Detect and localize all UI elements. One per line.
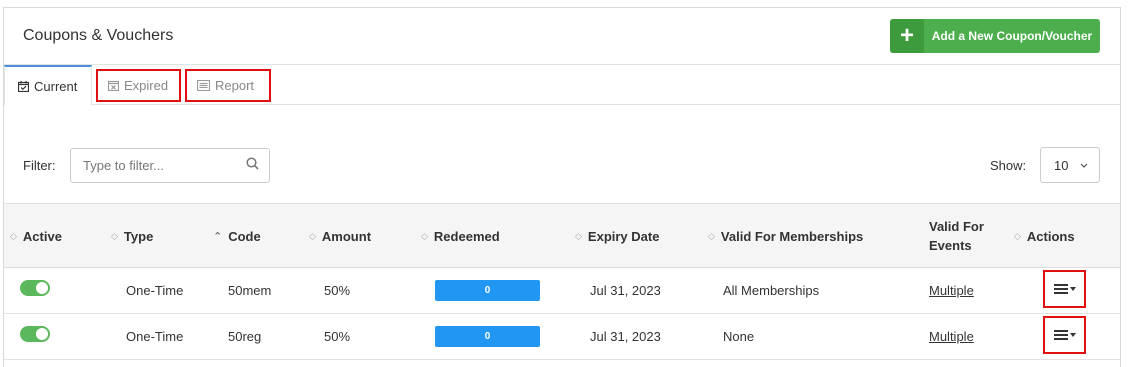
- tab-report-label: Report: [215, 78, 255, 93]
- calendar-check-icon: [18, 80, 29, 92]
- column-label: Code: [228, 229, 261, 244]
- column-header-actions[interactable]: ◇ Actions: [1014, 204, 1075, 269]
- amount-cell: 50%: [324, 329, 351, 344]
- sort-icon: ◇: [421, 231, 428, 241]
- caret-down-icon: [1069, 287, 1076, 291]
- sort-icon: ◇: [10, 231, 17, 241]
- page-title: Coupons & Vouchers: [23, 27, 174, 44]
- sort-icon: ◇: [708, 231, 715, 241]
- sort-icon: ◇: [575, 231, 582, 241]
- list-report-icon: [197, 80, 210, 91]
- memberships-cell: None: [723, 329, 755, 344]
- column-header-expiry-date[interactable]: ◇ Expiry Date: [575, 204, 659, 269]
- sort-icon: ◇: [309, 231, 316, 241]
- column-header-active[interactable]: ◇ Active: [10, 204, 62, 269]
- menu-icon: [1053, 284, 1068, 294]
- toggle-knob: [36, 282, 48, 294]
- column-header-redeemed[interactable]: ◇ Redeemed: [421, 204, 500, 269]
- tab-bar: Current Expired Report: [4, 65, 1120, 106]
- column-label: Redeemed: [433, 229, 500, 244]
- active-toggle[interactable]: [20, 326, 50, 342]
- redeemed-progress-fill: 0: [435, 326, 540, 347]
- coupons-panel: Coupons & Vouchers + Add a New Coupon/Vo…: [3, 7, 1121, 367]
- table-row: One-Time 50reg 50% 0 Jul 31, 2023 None M…: [4, 314, 1120, 360]
- row-actions-button[interactable]: [1043, 316, 1086, 354]
- column-header-memberships[interactable]: ◇ Valid For Memberships: [708, 204, 863, 269]
- amount-cell: 50%: [324, 283, 351, 298]
- code-cell: 50reg: [228, 329, 262, 344]
- events-link[interactable]: Multiple: [929, 314, 974, 359]
- sort-icon: ◇: [1014, 231, 1021, 241]
- type-cell: One-Time: [126, 329, 184, 344]
- menu-icon: [1053, 330, 1068, 340]
- caret-down-icon: [1069, 333, 1076, 337]
- tab-expired[interactable]: Expired: [96, 69, 181, 102]
- column-label: Valid For Events: [929, 219, 984, 253]
- tab-current-label: Current: [34, 78, 78, 94]
- expiry-cell: Jul 31, 2023: [590, 329, 661, 344]
- tab-expired-label: Expired: [124, 78, 169, 93]
- sort-ascending-icon: ⌃: [213, 231, 223, 243]
- filter-label: Filter:: [23, 158, 56, 173]
- memberships-cell: All Memberships: [723, 283, 820, 298]
- column-header-type[interactable]: ◇ Type: [111, 204, 153, 269]
- calendar-x-icon: [108, 80, 119, 91]
- panel-header: Coupons & Vouchers + Add a New Coupon/Vo…: [4, 8, 1120, 65]
- column-label: Valid For Memberships: [720, 229, 864, 244]
- type-cell: One-Time: [126, 283, 184, 298]
- redeemed-progress: 0: [435, 280, 540, 301]
- page-size-value: 10: [1054, 157, 1069, 173]
- tab-report[interactable]: Report: [185, 69, 271, 102]
- code-cell: 50mem: [228, 283, 272, 298]
- redeemed-progress-fill: 0: [435, 280, 540, 301]
- chevron-down-icon: [1081, 163, 1088, 168]
- add-coupon-button[interactable]: + Add a New Coupon/Voucher: [890, 19, 1100, 53]
- column-label: Actions: [1026, 229, 1075, 244]
- table-header: ◇ Active ◇ Type ⌃ Code ◇ Amount ◇ Redeemed ◇ E…: [4, 203, 1120, 268]
- search-icon[interactable]: [246, 157, 259, 170]
- table-row: One-Time 50mem 50% 0 Jul 31, 2023 All Me…: [4, 268, 1120, 314]
- page-size-select[interactable]: 10: [1040, 147, 1100, 183]
- column-header-code[interactable]: ⌃ Code: [213, 204, 261, 269]
- plus-icon: +: [890, 19, 924, 53]
- show-label: Show:: [990, 158, 1027, 173]
- column-header-amount[interactable]: ◇ Amount: [309, 204, 371, 269]
- filter-input[interactable]: [70, 148, 270, 183]
- column-label: Active: [22, 229, 62, 244]
- sort-icon: ◇: [111, 231, 118, 241]
- filter-row: Filter: Show: 10: [4, 146, 1120, 184]
- row-actions-button[interactable]: [1043, 270, 1086, 308]
- column-header-events[interactable]: Valid For Events: [929, 204, 989, 269]
- toggle-knob: [36, 328, 48, 340]
- column-label: Type: [123, 229, 154, 244]
- events-link[interactable]: Multiple: [929, 268, 974, 313]
- add-coupon-label: Add a New Coupon/Voucher: [931, 29, 1093, 43]
- column-label: Amount: [321, 229, 372, 244]
- expiry-cell: Jul 31, 2023: [590, 283, 661, 298]
- redeemed-progress: 0: [435, 326, 540, 347]
- column-label: Expiry Date: [587, 229, 660, 244]
- active-toggle[interactable]: [20, 280, 50, 296]
- tab-current[interactable]: Current: [4, 65, 92, 106]
